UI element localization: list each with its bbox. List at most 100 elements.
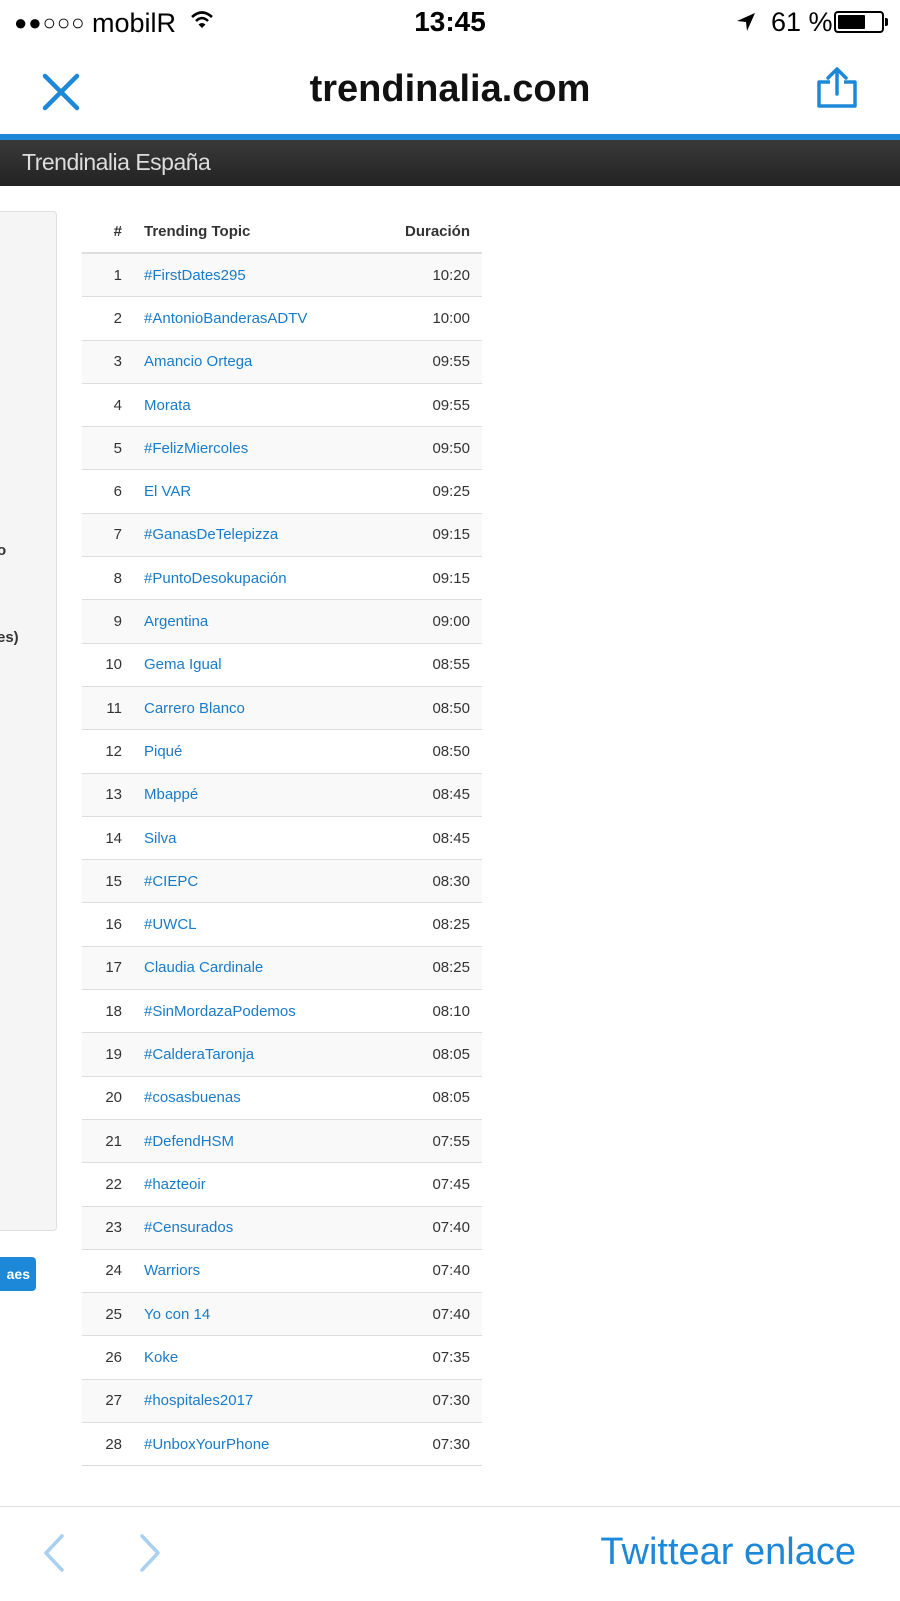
rank-cell: 4 (82, 382, 122, 427)
table-row: 14 Silva 08:45 (82, 815, 482, 860)
rank-cell: 13 (82, 772, 122, 817)
duration-cell: 09:50 (376, 426, 482, 470)
page-title: trendinalia.com (309, 68, 591, 110)
table-row: 25 Yo con 14 07:40 (82, 1292, 482, 1336)
topic-link[interactable]: #hospitales2017 (122, 1378, 377, 1423)
topic-link[interactable]: #CalderaTaronja (122, 1032, 377, 1077)
column-header-rank: # (82, 210, 122, 254)
rank-cell: 11 (82, 685, 122, 730)
battery-icon (834, 11, 884, 33)
table-header-row: # Trending Topic Duración (82, 210, 482, 254)
duration-cell: 08:05 (376, 1032, 482, 1077)
topic-link[interactable]: Amancio Ortega (122, 339, 377, 384)
rank-cell: 7 (82, 512, 122, 557)
duration-cell: 10:00 (376, 296, 482, 341)
topic-link[interactable]: Morata (122, 382, 377, 427)
rank-cell: 24 (82, 1248, 122, 1293)
table-row: 20 #cosasbuenas 08:05 (82, 1075, 482, 1120)
table-row: 24 Warriors 07:40 (82, 1248, 482, 1293)
duration-cell: 07:55 (376, 1118, 482, 1163)
table-row: 17 Claudia Cardinale 08:25 (82, 945, 482, 990)
duration-cell: 08:05 (376, 1075, 482, 1120)
topic-link[interactable]: Argentina (122, 599, 377, 644)
battery-percent: 61 % (771, 7, 833, 37)
back-arrow-icon[interactable] (42, 1533, 66, 1578)
topic-link[interactable]: Carrero Blanco (122, 685, 377, 730)
topic-link[interactable]: Piqué (122, 729, 377, 774)
side-panel-button[interactable]: aes (0, 1257, 36, 1291)
rank-cell: 3 (82, 339, 122, 384)
topic-link[interactable]: #FelizMiercoles (122, 426, 377, 470)
table-row: 9 Argentina 09:00 (82, 599, 482, 644)
duration-cell: 08:55 (376, 642, 482, 687)
table-row: 16 #UWCL 08:25 (82, 902, 482, 947)
rank-cell: 12 (82, 729, 122, 774)
browser-bottom-bar: Twittear enlace (0, 1506, 900, 1601)
topic-link[interactable]: #AntonioBanderasADTV (122, 296, 377, 341)
tweet-link-button[interactable]: Twittear enlace (600, 1531, 856, 1574)
rank-cell: 14 (82, 815, 122, 860)
topic-link[interactable]: Koke (122, 1335, 377, 1380)
table-row: 15 #CIEPC 08:30 (82, 859, 482, 903)
table-row: 4 Morata 09:55 (82, 382, 482, 427)
topic-link[interactable]: #cosasbuenas (122, 1075, 377, 1120)
table-row: 12 Piqué 08:50 (82, 729, 482, 774)
rank-cell: 26 (82, 1335, 122, 1380)
duration-cell: 08:45 (376, 772, 482, 817)
share-icon[interactable] (815, 66, 859, 115)
site-header: Trendinalia España (0, 140, 900, 186)
topic-link[interactable]: #UWCL (122, 902, 377, 947)
topic-link[interactable]: Yo con 14 (122, 1292, 377, 1336)
topic-link[interactable]: Silva (122, 815, 377, 860)
duration-cell: 08:25 (376, 902, 482, 947)
forward-arrow-icon[interactable] (138, 1533, 162, 1578)
duration-cell: 08:50 (376, 685, 482, 730)
side-panel: o es) (0, 211, 57, 1231)
duration-cell: 09:15 (376, 512, 482, 557)
rank-cell: 8 (82, 556, 122, 600)
site-brand[interactable]: Trendinalia España (22, 149, 211, 176)
rank-cell: 27 (82, 1378, 122, 1423)
duration-cell: 10:20 (376, 252, 482, 297)
topic-link[interactable]: Warriors (122, 1248, 377, 1293)
rank-cell: 5 (82, 426, 122, 470)
rank-cell: 17 (82, 945, 122, 990)
browser-nav-bar: trendinalia.com (0, 44, 900, 134)
table-row: 22 #hazteoir 07:45 (82, 1162, 482, 1207)
topic-link[interactable]: Gema Igual (122, 642, 377, 687)
topic-link[interactable]: #CIEPC (122, 859, 377, 903)
topic-link[interactable]: #PuntoDesokupación (122, 556, 377, 600)
topic-link[interactable]: #GanasDeTelepizza (122, 512, 377, 557)
duration-cell: 07:40 (376, 1205, 482, 1250)
topic-link[interactable]: #hazteoir (122, 1162, 377, 1207)
topic-link[interactable]: #SinMordazaPodemos (122, 989, 377, 1033)
rank-cell: 25 (82, 1292, 122, 1336)
rank-cell: 16 (82, 902, 122, 947)
status-bar: ●●○○○ mobilR 13:45 61 % (0, 0, 900, 44)
duration-cell: 07:45 (376, 1162, 482, 1207)
duration-cell: 08:50 (376, 729, 482, 774)
table-row: 18 #SinMordazaPodemos 08:10 (82, 989, 482, 1033)
trending-topics-table: # Trending Topic Duración 1 #FirstDates29… (82, 210, 482, 1467)
table-row: 7 #GanasDeTelepizza 09:15 (82, 512, 482, 557)
rank-cell: 9 (82, 599, 122, 644)
duration-cell: 09:00 (376, 599, 482, 644)
duration-cell: 08:45 (376, 815, 482, 860)
topic-link[interactable]: #DefendHSM (122, 1118, 377, 1163)
topic-link[interactable]: #FirstDates295 (122, 252, 377, 297)
rank-cell: 18 (82, 989, 122, 1033)
topic-link[interactable]: Claudia Cardinale (122, 945, 377, 990)
topic-link[interactable]: #Censurados (122, 1205, 377, 1250)
duration-cell: 08:25 (376, 945, 482, 990)
duration-cell: 07:30 (376, 1378, 482, 1423)
topic-link[interactable]: Mbappé (122, 772, 377, 817)
side-panel-text: o (0, 542, 7, 559)
table-row: 19 #CalderaTaronja 08:05 (82, 1032, 482, 1077)
table-row: 1 #FirstDates295 10:20 (82, 252, 482, 297)
topic-link[interactable]: #UnboxYourPhone (122, 1422, 377, 1467)
rank-cell: 6 (82, 469, 122, 514)
rank-cell: 1 (82, 252, 122, 297)
duration-cell: 09:55 (376, 339, 482, 384)
topic-link[interactable]: El VAR (122, 469, 377, 514)
table-row: 26 Koke 07:35 (82, 1335, 482, 1380)
